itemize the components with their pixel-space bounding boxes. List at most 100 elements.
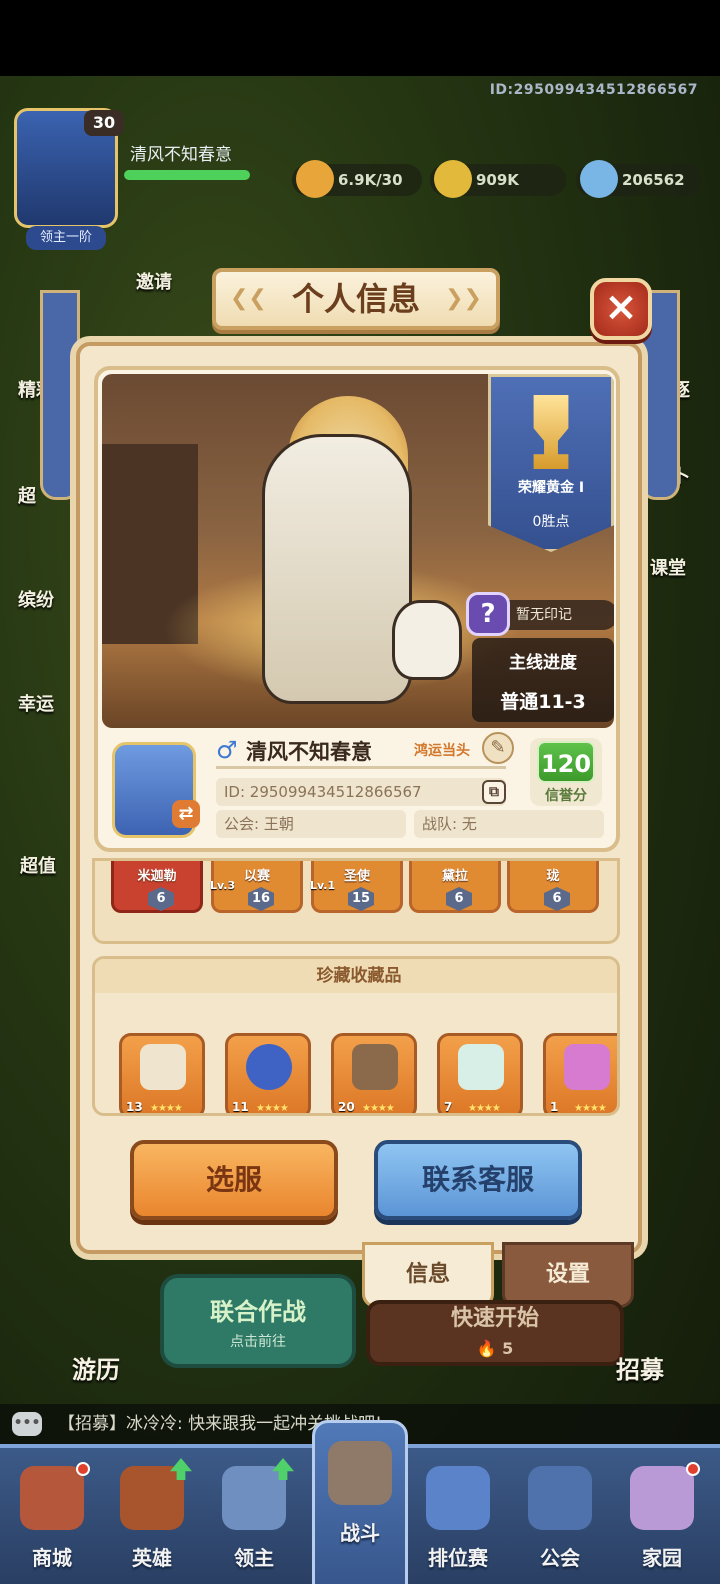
tab-info[interactable]: 信息	[362, 1242, 494, 1308]
lord-level-badge: 30	[84, 110, 124, 136]
collectible-count: 20	[338, 1100, 355, 1114]
rank-name: 荣耀黄金 I	[517, 480, 585, 496]
armored-knight-illustration	[262, 434, 412, 704]
guild-icon	[528, 1466, 592, 1530]
question-icon[interactable]: ?	[466, 592, 510, 636]
hero-artwork: 荣耀黄金 I 0胜点 暂无印记 ? 主线进度 普通11-3	[102, 374, 614, 728]
menu-super[interactable]: 超	[18, 482, 36, 508]
menu-invite[interactable]: 邀请	[136, 268, 172, 294]
edit-name-feather-icon[interactable]: ✎	[482, 732, 514, 764]
nav-lord[interactable]: 领主	[206, 1448, 302, 1584]
modal-title: 个人信息	[291, 280, 420, 318]
profile-card: 荣耀黄金 I 0胜点 暂无印记 ? 主线进度 普通11-3 ⇄ ♂ 清风不知春意…	[94, 366, 620, 852]
stamina-value: 6.9K/30	[338, 171, 403, 189]
collectible-item[interactable]: 13 ★★★★	[119, 1033, 205, 1114]
nav-label: 战斗	[340, 1521, 380, 1545]
hero-card[interactable]: 以赛 Lv.3 16	[210, 861, 303, 913]
status-bar	[0, 0, 720, 76]
modal-title-plate: ❮❮ 个人信息 ❯❯	[212, 268, 500, 330]
progress-value: 普通11-3	[500, 691, 586, 713]
hero-level: Lv.3	[210, 879, 236, 892]
nav-battle[interactable]: 战斗	[312, 1420, 408, 1584]
lord-exp-bar	[124, 170, 250, 180]
collectible-item[interactable]: 11 ★★★★	[225, 1033, 311, 1114]
hero-star-badge: 15	[348, 887, 374, 911]
close-button[interactable]: ×	[590, 278, 652, 340]
stamina-icon	[296, 160, 334, 198]
collectible-stars: ★★★★	[150, 1103, 183, 1114]
feather-icon	[458, 1044, 504, 1090]
nav-ranked[interactable]: 排位赛	[410, 1448, 506, 1584]
hero-strip: 米迦勒 6 以赛 Lv.3 16 圣使 Lv.1 15 黛拉 6 珑 6	[92, 858, 620, 944]
hammer-icon	[352, 1044, 398, 1090]
recruit-label[interactable]: 招募	[616, 1350, 664, 1385]
coop-subtitle: 点击前往	[230, 1334, 286, 1350]
battle-icon	[328, 1441, 392, 1505]
nav-heroes[interactable]: 英雄	[104, 1448, 200, 1584]
nav-shop[interactable]: 商城	[4, 1448, 100, 1584]
collectible-item[interactable]: 1 ★★★★	[543, 1033, 617, 1114]
player-id-row: ID: 295099434512866567	[216, 778, 506, 806]
trophy-icon	[533, 395, 569, 469]
hero-card[interactable]: 圣使 Lv.1 15	[310, 861, 403, 913]
notification-dot	[686, 1462, 700, 1476]
credit-score-value: 120	[537, 741, 595, 783]
guild-row: 公会: 王朝	[216, 810, 406, 838]
collectible-stars: ★★★★	[574, 1103, 607, 1114]
gold-value: 909K	[476, 171, 519, 189]
male-gender-icon: ♂	[216, 736, 238, 764]
journey-label[interactable]: 游历	[72, 1350, 120, 1385]
tab-settings[interactable]: 设置	[502, 1242, 634, 1308]
hero-card-icon	[120, 1466, 184, 1530]
credit-score-label: 信誉分	[545, 788, 587, 804]
collectible-count: 11	[232, 1100, 249, 1114]
nav-guild[interactable]: 公会	[512, 1448, 608, 1584]
lord-icon	[222, 1466, 286, 1530]
collectible-count: 1	[550, 1100, 559, 1114]
hero-star-badge: 6	[446, 887, 472, 911]
hero-name: 珑	[546, 869, 560, 884]
quick-start-button[interactable]: 快速开始 🔥 5	[366, 1300, 624, 1366]
stamina-resource[interactable]: 6.9K/30	[292, 160, 422, 198]
pet-illustration	[392, 600, 462, 680]
collectibles-panel: 珍藏收藏品 13 ★★★★ 11 ★★★★ 20 ★★★★ 7 ★★★★ 1 ★…	[92, 956, 620, 1116]
collectible-item[interactable]: 7 ★★★★	[437, 1033, 523, 1114]
player-name: 清风不知春意	[246, 740, 372, 764]
collectible-count: 7	[444, 1100, 453, 1114]
hero-star-badge: 6	[148, 887, 174, 911]
menu-value[interactable]: 超值	[20, 852, 56, 878]
change-avatar-icon[interactable]: ⇄	[172, 800, 200, 828]
crystal-value: 206562	[622, 171, 685, 189]
contact-support-button[interactable]: 联系客服	[374, 1140, 582, 1220]
copy-id-icon[interactable]: ⧉	[482, 780, 506, 804]
collectible-stars: ★★★★	[468, 1103, 501, 1114]
hero-card[interactable]: 米迦勒 6	[111, 861, 203, 913]
collectible-count: 13	[126, 1100, 143, 1114]
hero-level: Lv.1	[310, 879, 336, 892]
quick-start-label: 快速开始	[450, 1306, 539, 1331]
hero-card[interactable]: 黛拉 6	[409, 861, 501, 913]
gold-coin-icon	[434, 160, 472, 198]
progress-label: 主线进度	[509, 653, 577, 673]
crystal-icon	[580, 160, 618, 198]
menu-lucky[interactable]: 幸运	[18, 690, 54, 716]
menu-classroom[interactable]: 课堂	[650, 554, 686, 580]
hero-name: 黛拉	[441, 869, 468, 884]
crystal-resource[interactable]: 206562	[576, 160, 702, 198]
rank-banner[interactable]: 荣耀黄金 I 0胜点	[488, 374, 614, 552]
menu-colorful[interactable]: 缤纷	[18, 586, 54, 612]
butterfly-icon	[564, 1044, 610, 1090]
rank-points: 0胜点	[532, 514, 570, 530]
nav-label: 英雄	[132, 1546, 172, 1570]
coop-battle-button[interactable]: 联合作战 点击前往	[160, 1274, 356, 1368]
collectible-item[interactable]: 20 ★★★★	[331, 1033, 417, 1114]
select-server-button[interactable]: 选服	[130, 1140, 338, 1220]
chat-bubble-icon[interactable]: •••	[12, 1412, 42, 1436]
hero-name: 米迦勒	[137, 869, 177, 884]
gold-resource[interactable]: 909K	[430, 160, 566, 198]
credit-score-badge[interactable]: 120 信誉分	[530, 738, 602, 806]
shop-icon	[20, 1466, 84, 1530]
hero-card[interactable]: 珑 6	[507, 861, 599, 913]
notification-dot	[76, 1462, 90, 1476]
nav-home[interactable]: 家园	[614, 1448, 710, 1584]
